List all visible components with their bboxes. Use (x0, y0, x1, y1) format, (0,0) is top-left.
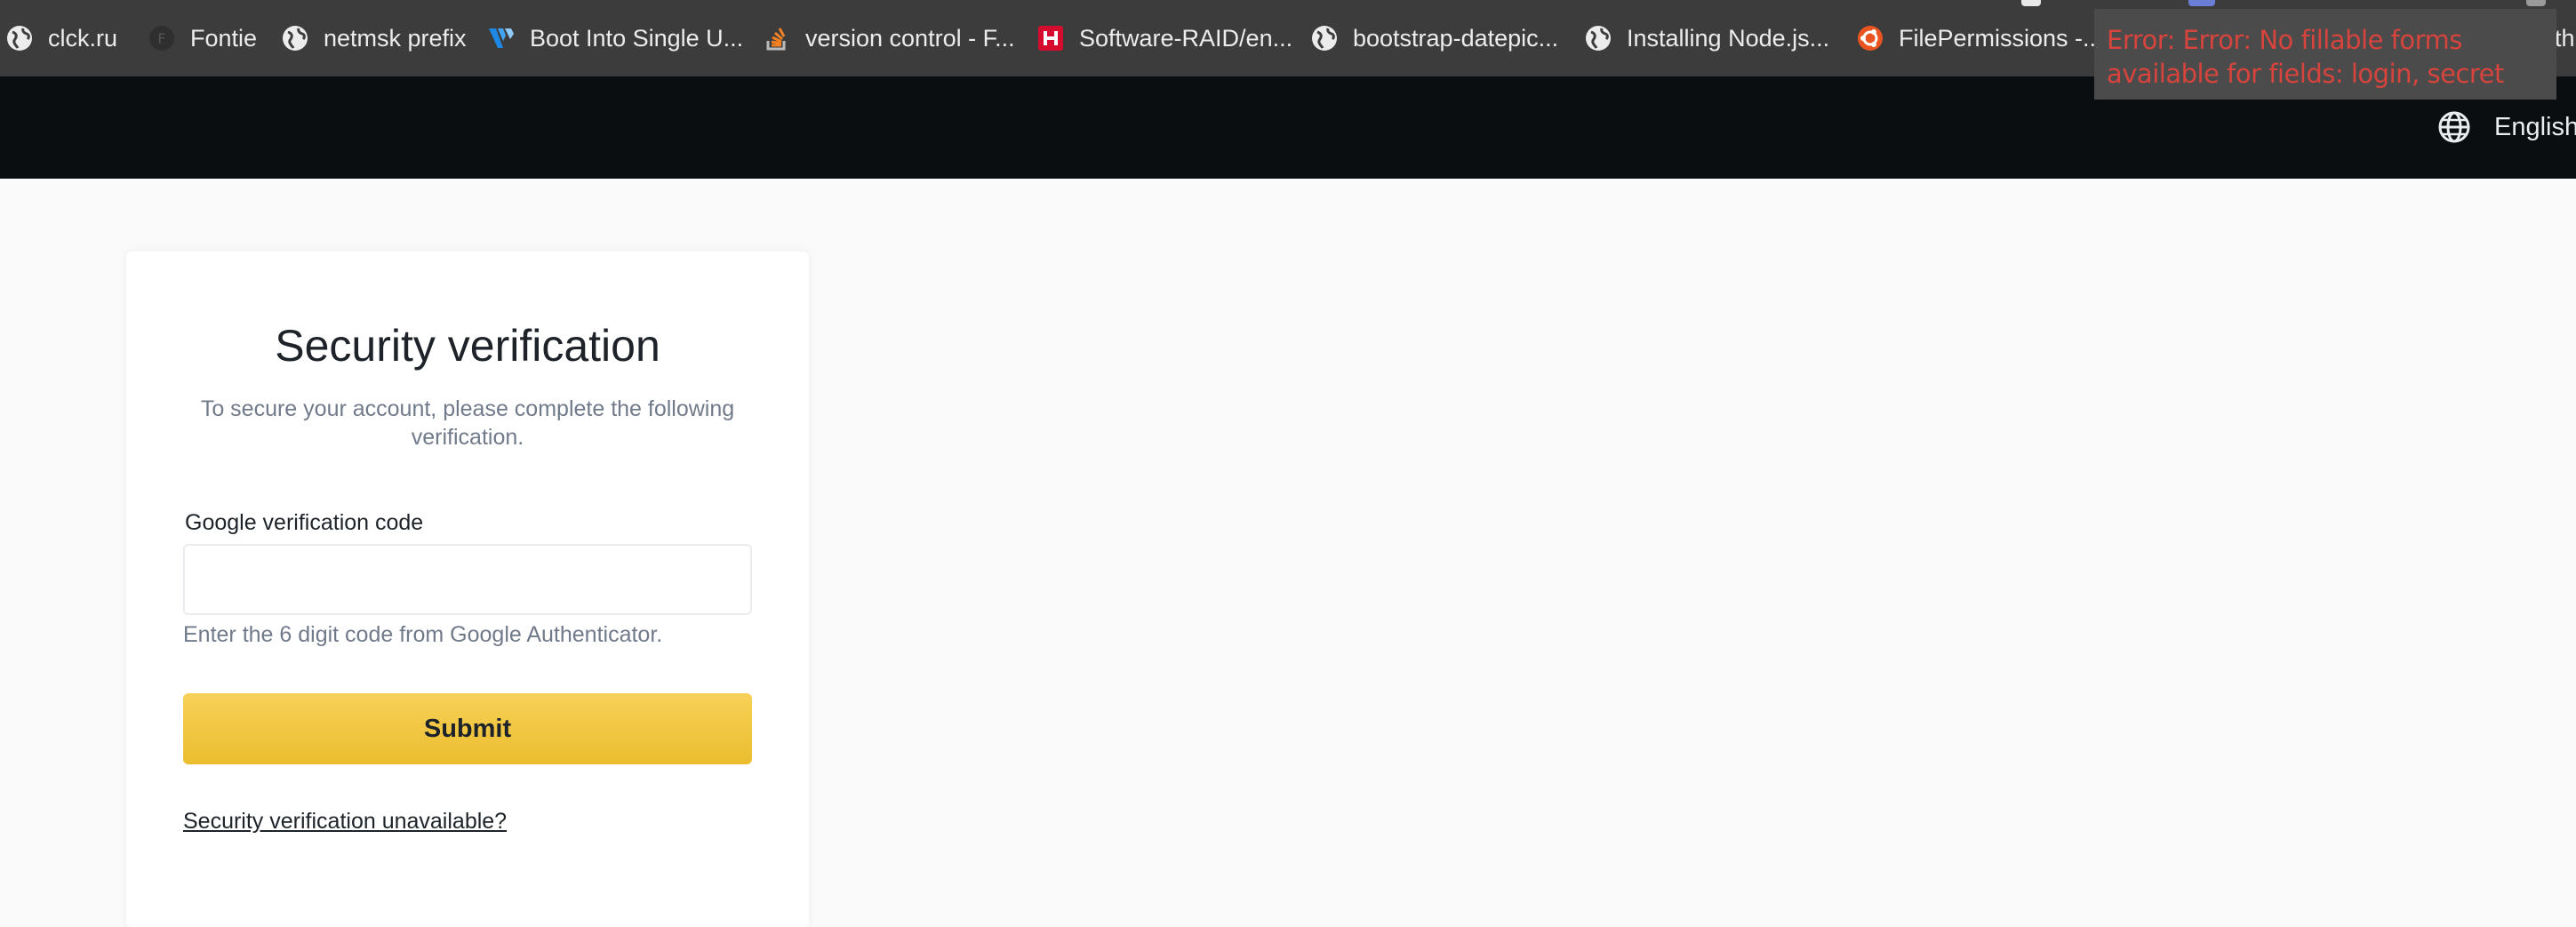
page-subtitle: To secure your account, please complete … (200, 396, 735, 450)
bookmark-label: bootstrap-datepic... (1353, 24, 1559, 52)
page-title: Security verification (275, 321, 660, 371)
bookmark-bootstrap-datepicker[interactable]: bootstrap-datepic... (1310, 20, 1558, 57)
globe-icon (281, 24, 309, 52)
error-tooltip: Error: Error: No fillable forms availabl… (2094, 9, 2556, 100)
bookmark-clck[interactable]: clck.ru (5, 20, 117, 57)
bookmark-label: Fontie (190, 24, 258, 52)
field-hint: Enter the 6 digit code from Google Authe… (183, 622, 663, 647)
field-label: Google verification code (185, 510, 424, 535)
stackoverflow-icon (763, 24, 791, 52)
bookmark-installing-nodejs[interactable]: Installing Node.js... (1584, 20, 1829, 57)
svg-text:F: F (157, 30, 165, 47)
bookmark-fontie[interactable]: F Fontie (148, 20, 257, 57)
bookmark-netmsk[interactable]: netmsk prefix (281, 20, 467, 57)
bookmark-version-control[interactable]: version control - F... (763, 20, 1015, 57)
bookmark-label: Installing Node.js... (1627, 24, 1830, 52)
globe-icon (2437, 110, 2471, 144)
bookmark-file-permissions[interactable]: FilePermissions -... (1856, 20, 2103, 57)
tab-edge-indicator (2188, 0, 2215, 6)
bookmark-label: Software-RAID/en... (1079, 24, 1293, 52)
globe-icon (1310, 24, 1339, 52)
tab-edge-indicator (2021, 0, 2041, 6)
globe-icon (5, 24, 34, 52)
hetzner-icon (1036, 24, 1065, 52)
globe-icon (1584, 24, 1612, 52)
bookmark-label: clck.ru (48, 24, 118, 52)
bookmark-label: netmsk prefix (324, 24, 467, 52)
bookmark-software-raid[interactable]: Software-RAID/en... (1036, 20, 1292, 57)
submit-button[interactable]: Submit (183, 693, 752, 764)
tab-edge-indicator (2526, 0, 2546, 6)
fontie-icon: F (148, 24, 176, 52)
language-label: English (2494, 112, 2576, 141)
verification-code-input[interactable] (183, 544, 752, 615)
bookmark-overflow-text[interactable]: th (2555, 20, 2575, 57)
bookmark-boot-single-user[interactable]: Boot Into Single U... (487, 20, 743, 57)
bookmark-label: FilePermissions -... (1899, 24, 2103, 52)
bookmark-label: version control - F... (805, 24, 1015, 52)
ubuntu-icon (1856, 24, 1884, 52)
verification-unavailable-link[interactable]: Security verification unavailable? (183, 809, 507, 835)
vultr-icon (487, 24, 516, 52)
bookmark-label: Boot Into Single U... (530, 24, 744, 52)
language-selector[interactable]: English (2437, 108, 2576, 147)
